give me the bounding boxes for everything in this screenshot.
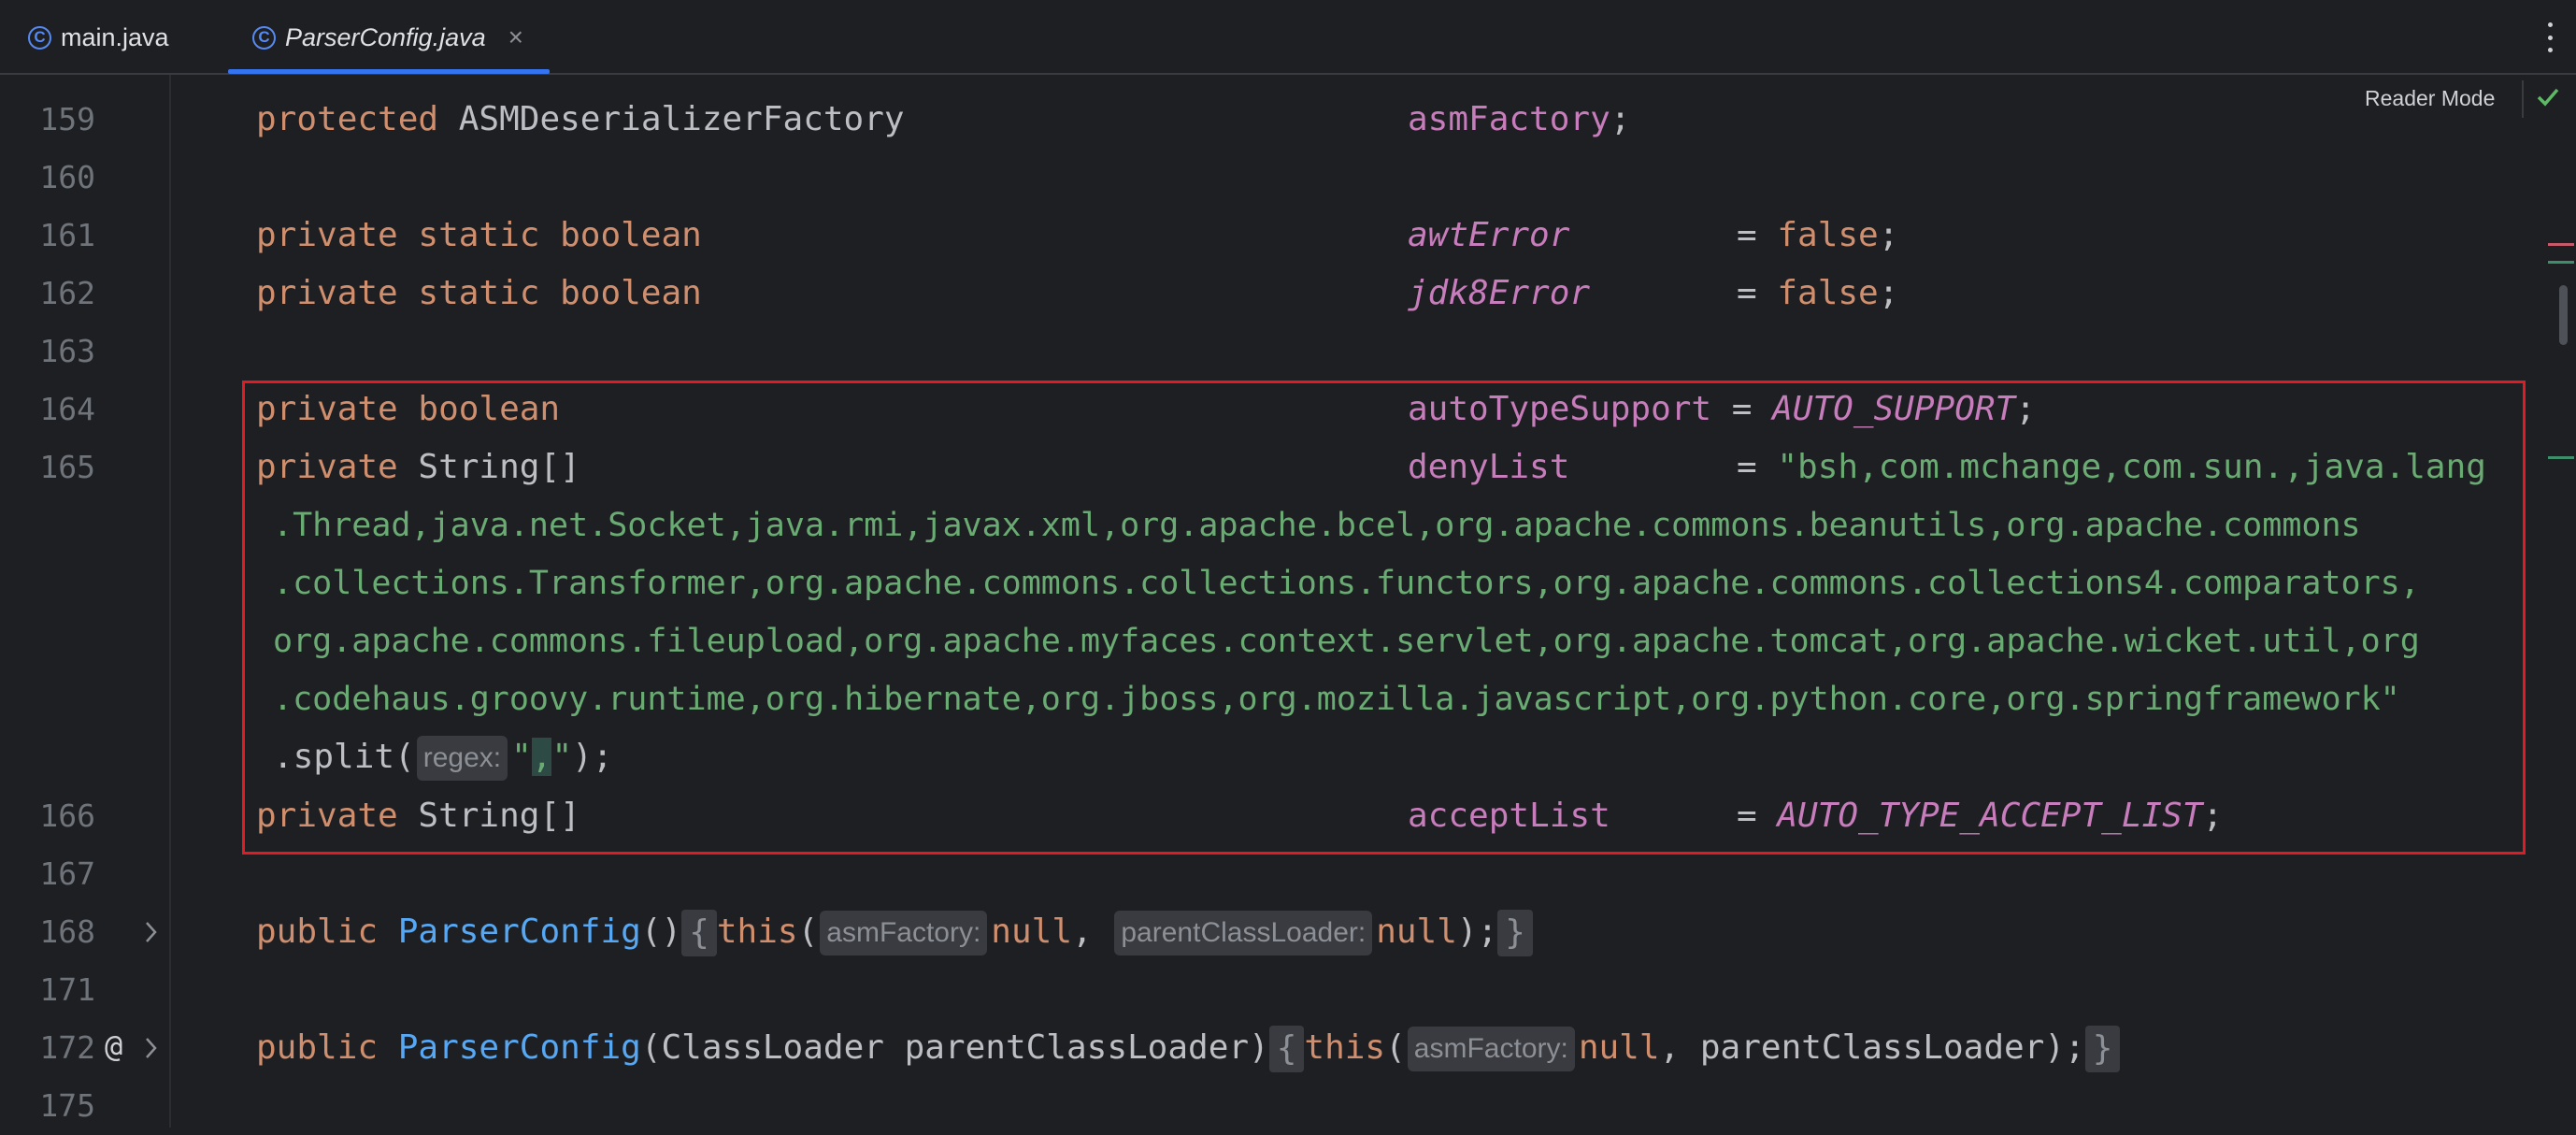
- class-icon: C: [252, 25, 276, 50]
- parameter-hint: parentClassLoader:: [1114, 911, 1373, 955]
- line-number: 159: [39, 101, 95, 137]
- wrapped-string: org.apache.commons.fileupload,org.apache…: [273, 623, 2420, 660]
- tab-label: main.java: [61, 22, 169, 51]
- change-marker[interactable]: [2548, 243, 2574, 246]
- parameter-hint: regex:: [416, 736, 508, 781]
- close-tab-icon[interactable]: ×: [508, 22, 523, 52]
- inspection-ok-check-icon[interactable]: [2535, 84, 2561, 110]
- code-line-168: public ParserConfig(){this(asmFactory: nu…: [256, 903, 1533, 961]
- line-number: 172: [39, 1029, 95, 1066]
- code-line-165-value: = "bsh,com.mchange,com.sun.,java.lang: [1737, 448, 2486, 486]
- tab-parserconfig-java[interactable]: C ParserConfig.java ×: [252, 0, 523, 75]
- line-number: 168: [39, 913, 95, 950]
- vertical-scrollbar[interactable]: [2559, 285, 2568, 345]
- line-number: 161: [39, 217, 95, 253]
- change-marker[interactable]: [2548, 261, 2574, 264]
- parameter-hint: asmFactory:: [820, 911, 988, 955]
- code-line-162-value: = false;: [1737, 274, 1899, 312]
- more-options-icon[interactable]: [2540, 19, 2559, 56]
- line-number: 162: [39, 275, 95, 311]
- class-icon: C: [28, 25, 51, 50]
- code-line-166-field: acceptList: [1408, 797, 1610, 835]
- override-at-icon[interactable]: @: [105, 1028, 122, 1064]
- folded-block[interactable]: }: [2084, 1026, 2121, 1072]
- line-number: 165: [39, 449, 95, 485]
- line-number: 164: [39, 391, 95, 427]
- code-line-165: private String[]: [256, 448, 580, 486]
- line-number: 166: [39, 797, 95, 834]
- code-line-159-field: asmFactory;: [1408, 100, 1631, 138]
- folded-block[interactable]: {: [1268, 1026, 1305, 1072]
- code-line-161-field: awtError: [1408, 216, 1570, 254]
- parameter-hint: asmFactory:: [1407, 1027, 1575, 1071]
- code-line-161: private static boolean: [256, 216, 702, 254]
- expand-fold-icon[interactable]: [142, 1035, 161, 1061]
- gutter-separator: [169, 75, 171, 1128]
- code-line-164-field: autoTypeSupport = AUTO_SUPPORT;: [1408, 390, 2036, 428]
- code-line-161-value: = false;: [1737, 216, 1899, 254]
- code-line-166-value: = AUTO_TYPE_ACCEPT_LIST;: [1737, 797, 2224, 835]
- line-number: 167: [39, 855, 95, 892]
- code-line-166: private String[]: [256, 797, 580, 835]
- line-number: 160: [39, 159, 95, 195]
- active-tab-indicator: [228, 69, 550, 74]
- wrapped-string: .codehaus.groovy.runtime,org.hibernate,o…: [273, 681, 2400, 718]
- tab-main-java[interactable]: C main.java: [28, 0, 169, 75]
- line-number: 163: [39, 333, 95, 369]
- line-number: 171: [39, 971, 95, 1008]
- code-line-165-field: denyList: [1408, 448, 1570, 486]
- editor-tab-bar: C main.java C ParserConfig.java ×: [0, 0, 2576, 75]
- code-line-164: private boolean: [256, 390, 561, 428]
- wrapped-string: .Thread,java.net.Socket,java.rmi,javax.x…: [273, 507, 2361, 544]
- reader-mode-toggle[interactable]: Reader Mode: [2365, 86, 2495, 111]
- wrapped-string: .collections.Transformer,org.apache.comm…: [273, 565, 2420, 602]
- change-marker[interactable]: [2548, 456, 2574, 459]
- line-number: 175: [39, 1087, 95, 1124]
- code-line-159: protected ASMDeserializerFactory: [256, 100, 905, 138]
- code-line-162-field: jdk8Error: [1408, 274, 1591, 312]
- split-call: .split(regex: ",");: [273, 728, 613, 786]
- folded-block[interactable]: }: [1497, 910, 1533, 956]
- code-line-162: private static boolean: [256, 274, 702, 312]
- code-line-172: public ParserConfig(ClassLoader parentCl…: [256, 1019, 2121, 1077]
- folded-block[interactable]: {: [681, 910, 717, 956]
- tab-label: ParserConfig.java: [285, 22, 486, 51]
- divider: [2522, 80, 2524, 118]
- expand-fold-icon[interactable]: [142, 919, 161, 945]
